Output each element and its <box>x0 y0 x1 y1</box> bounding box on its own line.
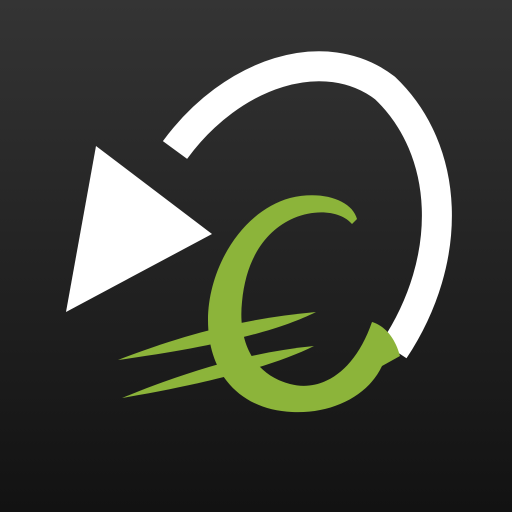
euro-refund-icon <box>0 0 512 512</box>
app-icon <box>0 0 512 512</box>
